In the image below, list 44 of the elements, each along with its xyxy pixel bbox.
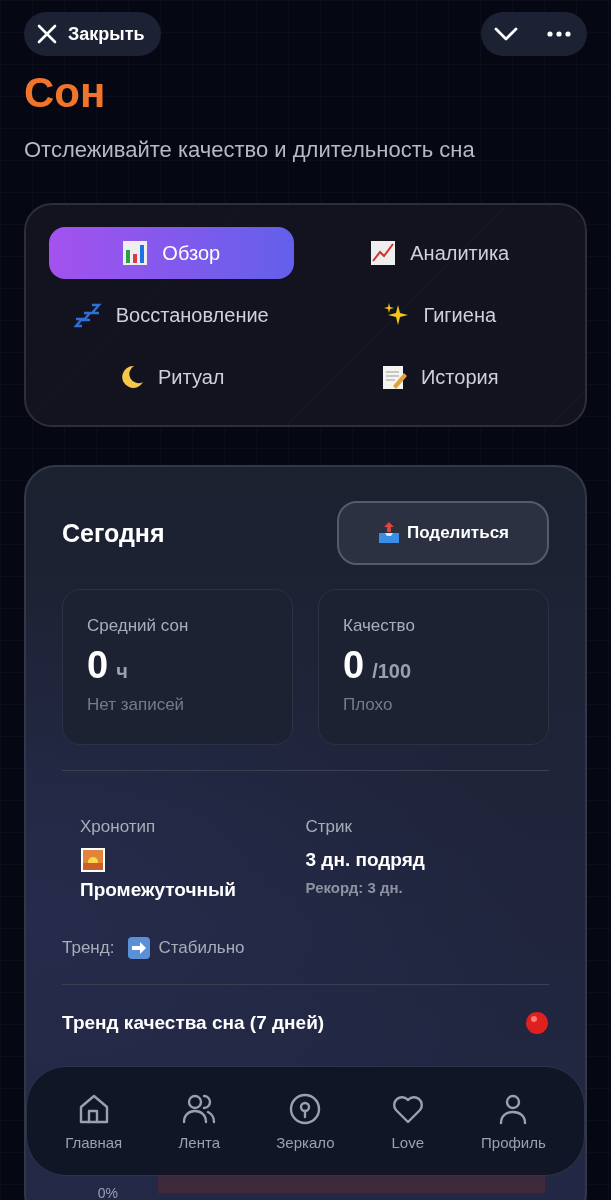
more-icon[interactable]	[547, 31, 571, 37]
stat-value: 0	[87, 644, 109, 687]
tab[interactable]: История	[317, 351, 562, 403]
stat-note: Нет записей	[87, 695, 186, 715]
trend-label: Тренд:	[62, 938, 115, 958]
streak-record: Рекорд: 3 дн.	[305, 879, 403, 896]
line-chart-icon	[370, 240, 397, 266]
chart-title: Тренд качества сна (7 дней)	[62, 1012, 325, 1034]
streak-value: 3 дн. подряд	[305, 849, 425, 871]
memo-icon	[380, 364, 407, 390]
stat-unit: /100	[372, 660, 412, 683]
share-button[interactable]: Поделиться	[337, 501, 549, 565]
close-button[interactable]: Закрыть	[24, 12, 161, 56]
bar-chart-icon	[122, 240, 149, 266]
tab[interactable]: Обзор	[49, 227, 294, 279]
axis-label: 0%	[97, 1185, 118, 1200]
section-title: Сегодня	[62, 518, 165, 548]
sunrise-icon	[80, 847, 106, 873]
stat-label: Качество	[343, 616, 416, 636]
status-dot-icon	[525, 1011, 549, 1035]
page-title: Сон	[24, 68, 107, 118]
trend-value: Стабильно	[158, 938, 245, 958]
tab[interactable]: Гигиена	[317, 289, 562, 341]
outbox-tray-icon	[377, 521, 401, 545]
sleep-zzz-icon	[73, 302, 102, 328]
stat-label: Средний сон	[87, 616, 190, 636]
nav-item[interactable]: Главная	[59, 1090, 129, 1152]
tab[interactable]: Аналитика	[317, 227, 562, 279]
stat-value: 0	[343, 644, 365, 687]
chronotype-value: Промежуточный	[80, 879, 236, 901]
nav-item[interactable]: Лента	[172, 1090, 226, 1152]
close-icon	[36, 23, 58, 45]
chronotype-label: Хронотип	[80, 817, 156, 837]
tab[interactable]: Восстановление	[49, 289, 294, 341]
chevron-down-icon[interactable]	[493, 26, 519, 42]
page-subtitle: Отслеживайте качество и длительность сна	[24, 136, 476, 164]
stat-note: Плохо	[343, 695, 394, 715]
nav-icon	[288, 1091, 323, 1126]
nav-item[interactable]: Зеркало	[270, 1090, 341, 1152]
tab[interactable]: Ритуал	[49, 351, 294, 403]
nav-item[interactable]: Профиль	[475, 1090, 552, 1152]
nav-item[interactable]: Love	[384, 1090, 431, 1152]
stat-unit: ч	[116, 660, 128, 683]
streak-label: Стрик	[305, 817, 352, 837]
